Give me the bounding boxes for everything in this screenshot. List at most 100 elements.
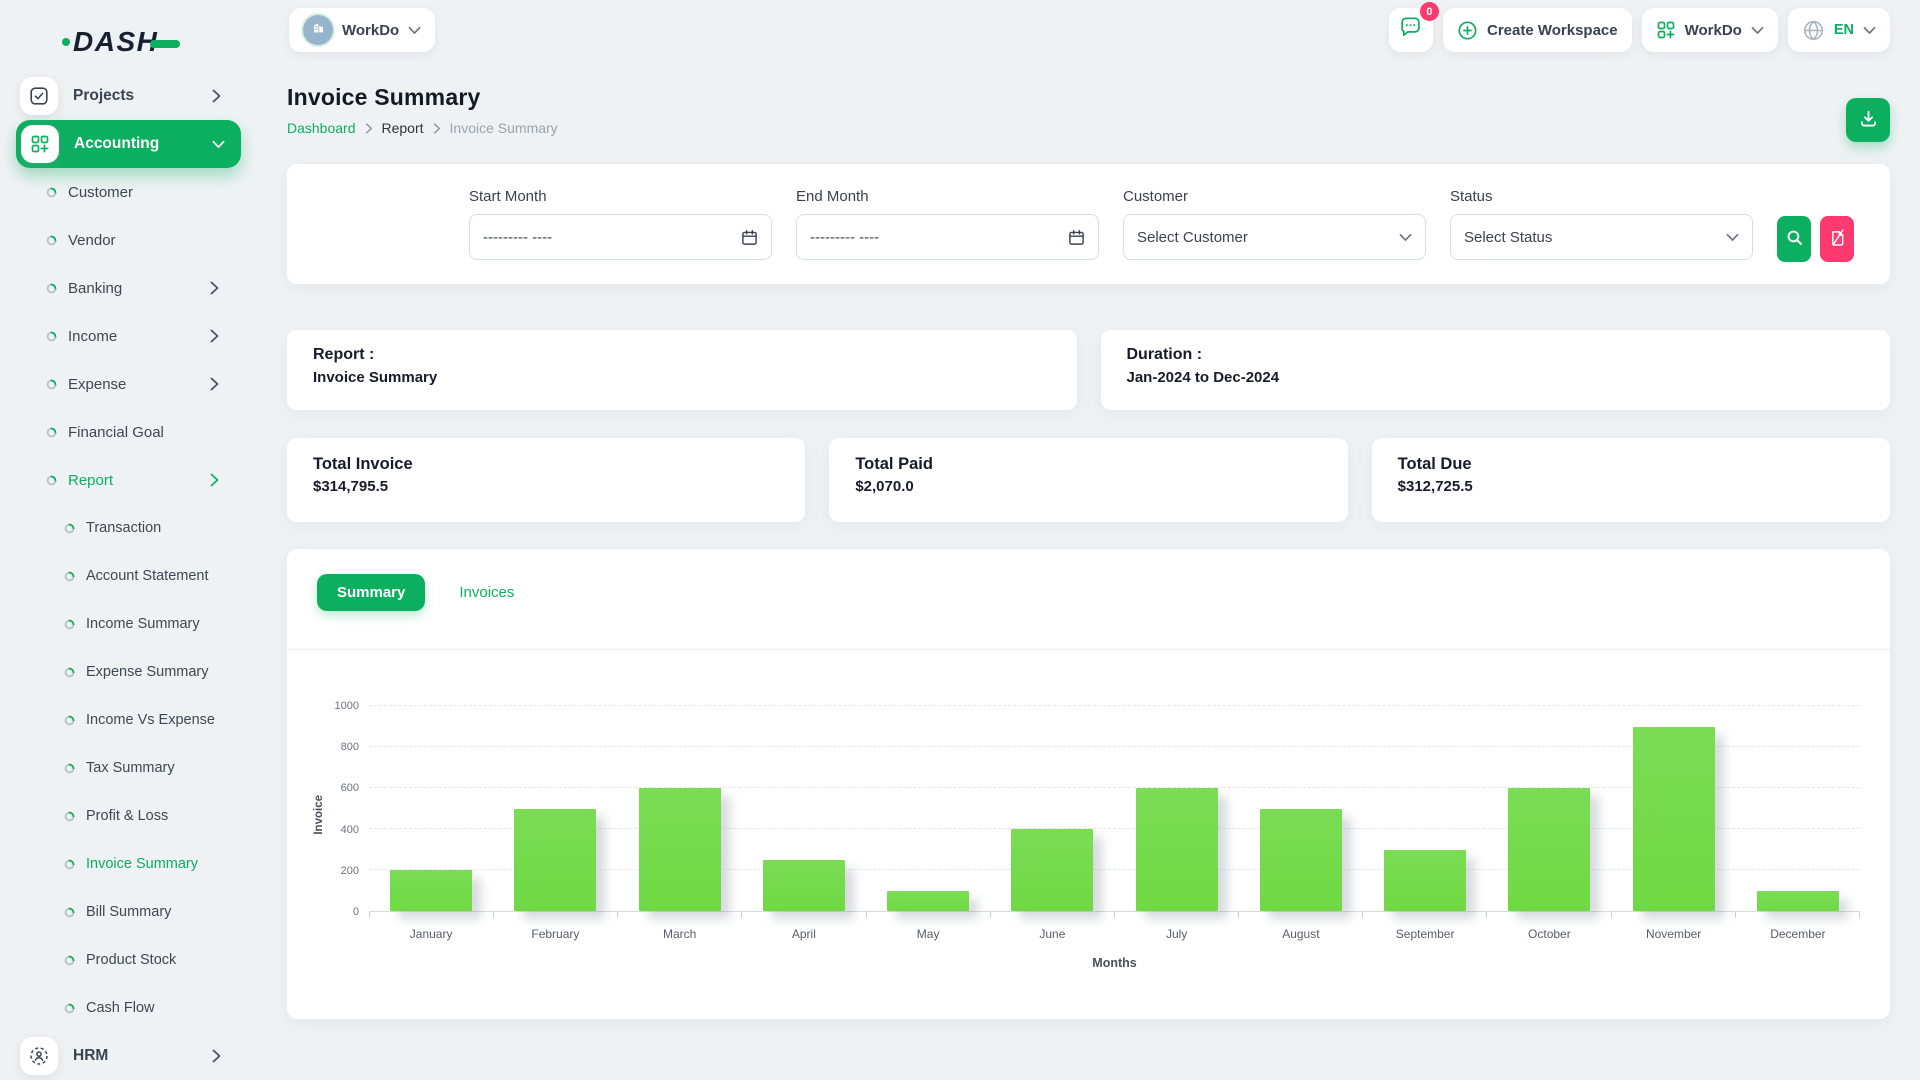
- x-tick-label: April: [742, 927, 866, 941]
- sidebar-item-account-statement[interactable]: Account Statement: [0, 552, 257, 600]
- sidebar-item-hrm[interactable]: HRM: [0, 1032, 257, 1080]
- grid-plus-icon: [21, 125, 59, 163]
- sidebar-item-tax-summary[interactable]: Tax Summary: [0, 744, 257, 792]
- chevron-down-icon: [212, 140, 225, 149]
- app-logo[interactable]: DASH: [62, 22, 257, 62]
- bullet-icon: [64, 619, 75, 630]
- breadcrumb-dashboard[interactable]: Dashboard: [287, 120, 356, 136]
- reset-button[interactable]: [1820, 216, 1854, 262]
- bullet-icon: [64, 667, 75, 678]
- sidebar-item-banking[interactable]: Banking: [0, 264, 257, 312]
- x-tick-label: July: [1115, 927, 1239, 941]
- bullet-icon: [46, 187, 57, 198]
- download-button[interactable]: [1846, 98, 1890, 142]
- x-tick-label: November: [1612, 927, 1736, 941]
- sidebar-item-bill-summary[interactable]: Bill Summary: [0, 888, 257, 936]
- bar-february[interactable]: [514, 809, 596, 912]
- total-paid-value: $2,070.0: [855, 478, 1321, 495]
- sidebar-item-projects[interactable]: Projects: [0, 72, 257, 120]
- sidebar-item-label: Expense: [68, 376, 126, 393]
- sidebar-item-label: Income Summary: [86, 616, 200, 632]
- sidebar-item-transaction[interactable]: Transaction: [0, 504, 257, 552]
- bar-march[interactable]: [639, 788, 721, 911]
- sidebar-item-expense-summary[interactable]: Expense Summary: [0, 648, 257, 696]
- sidebar-item-financial-goal[interactable]: Financial Goal: [0, 408, 257, 456]
- plus-circle-icon: [1457, 20, 1478, 41]
- chevron-right-icon: [210, 473, 219, 487]
- sidebar-item-income-summary[interactable]: Income Summary: [0, 600, 257, 648]
- bar-june[interactable]: [1011, 829, 1093, 911]
- bar-september[interactable]: [1384, 850, 1466, 912]
- sidebar-item-profit-loss[interactable]: Profit & Loss: [0, 792, 257, 840]
- bar-january[interactable]: [390, 870, 472, 911]
- logo-dot-icon: [62, 38, 70, 46]
- sidebar-item-label: Accounting: [74, 135, 159, 153]
- sidebar-item-report[interactable]: Report: [0, 456, 257, 504]
- workspace-selector[interactable]: WorkDo: [289, 8, 435, 52]
- start-month-label: Start Month: [469, 188, 772, 205]
- report-card: Report : Invoice Summary: [287, 330, 1077, 410]
- bar-august[interactable]: [1260, 809, 1342, 912]
- status-label: Status: [1450, 188, 1753, 205]
- start-month-placeholder: --------- ----: [483, 229, 552, 246]
- bar-december[interactable]: [1757, 891, 1839, 912]
- search-button[interactable]: [1777, 216, 1811, 262]
- sidebar-item-accounting[interactable]: Accounting: [16, 120, 241, 168]
- language-selector[interactable]: EN: [1788, 8, 1890, 52]
- customer-label: Customer: [1123, 188, 1426, 205]
- breadcrumb: Dashboard Report Invoice Summary: [287, 120, 558, 136]
- x-tick-label: January: [369, 927, 493, 941]
- tab-summary[interactable]: Summary: [317, 574, 425, 611]
- end-month-input[interactable]: --------- ----: [796, 214, 1099, 260]
- end-month-placeholder: --------- ----: [810, 229, 879, 246]
- x-tick-label: June: [990, 927, 1114, 941]
- report-duration-row: Report : Invoice Summary Duration : Jan-…: [287, 330, 1890, 410]
- sidebar-item-customer[interactable]: Customer: [0, 168, 257, 216]
- sidebar-item-expense[interactable]: Expense: [0, 360, 257, 408]
- sidebar-item-label: Transaction: [86, 520, 161, 536]
- create-workspace-button[interactable]: Create Workspace: [1443, 8, 1632, 52]
- sidebar-item-cash-flow[interactable]: Cash Flow: [0, 984, 257, 1032]
- sidebar-item-income-vs-expense[interactable]: Income Vs Expense: [0, 696, 257, 744]
- report-label: Report :: [313, 346, 1051, 364]
- language-label: EN: [1834, 22, 1854, 38]
- content: Invoice Summary Dashboard Report Invoice…: [257, 60, 1920, 1080]
- breadcrumb-report[interactable]: Report: [382, 120, 424, 136]
- clear-filter-icon: [1830, 229, 1845, 249]
- bullet-icon: [46, 475, 57, 486]
- sidebar-item-label: Income: [68, 328, 117, 345]
- messages-button[interactable]: 0: [1389, 8, 1433, 52]
- start-month-input[interactable]: --------- ----: [469, 214, 772, 260]
- sidebar-item-label: Customer: [68, 184, 133, 201]
- workspace-avatar: [303, 15, 333, 45]
- sidebar-item-invoice-summary[interactable]: Invoice Summary: [0, 840, 257, 888]
- sidebar-item-income[interactable]: Income: [0, 312, 257, 360]
- sidebar-item-label: Projects: [73, 87, 134, 105]
- globe-icon: [1802, 19, 1825, 42]
- tab-invoices[interactable]: Invoices: [439, 574, 534, 611]
- chevron-right-icon: [210, 377, 219, 391]
- bar-july[interactable]: [1136, 788, 1218, 911]
- workspace-menu-button[interactable]: WorkDo: [1642, 8, 1778, 52]
- chevron-right-icon: [212, 89, 221, 103]
- end-month-label: End Month: [796, 188, 1099, 205]
- bar-may[interactable]: [887, 891, 969, 912]
- total-invoice-value: $314,795.5: [313, 478, 779, 495]
- bar-april[interactable]: [763, 860, 845, 911]
- sidebar-item-vendor[interactable]: Vendor: [0, 216, 257, 264]
- sidebar-item-label: Expense Summary: [86, 664, 209, 680]
- chevron-right-icon: [210, 281, 219, 295]
- bullet-icon: [64, 907, 75, 918]
- bar-october[interactable]: [1508, 788, 1590, 911]
- bar-november[interactable]: [1633, 727, 1715, 912]
- x-tick-label: March: [618, 927, 742, 941]
- download-icon: [1859, 109, 1878, 131]
- topbar-actions: 0 Create Workspace WorkDo EN: [1389, 8, 1890, 52]
- customer-select[interactable]: Select Customer: [1123, 214, 1426, 260]
- sidebar-item-product-stock[interactable]: Product Stock: [0, 936, 257, 984]
- sidebar-item-label: Tax Summary: [86, 760, 175, 776]
- x-tick-label: October: [1487, 927, 1611, 941]
- status-select[interactable]: Select Status: [1450, 214, 1753, 260]
- calendar-icon: [1068, 229, 1085, 246]
- chart-x-tick-labels: JanuaryFebruaryMarchAprilMayJuneJulyAugu…: [369, 927, 1860, 941]
